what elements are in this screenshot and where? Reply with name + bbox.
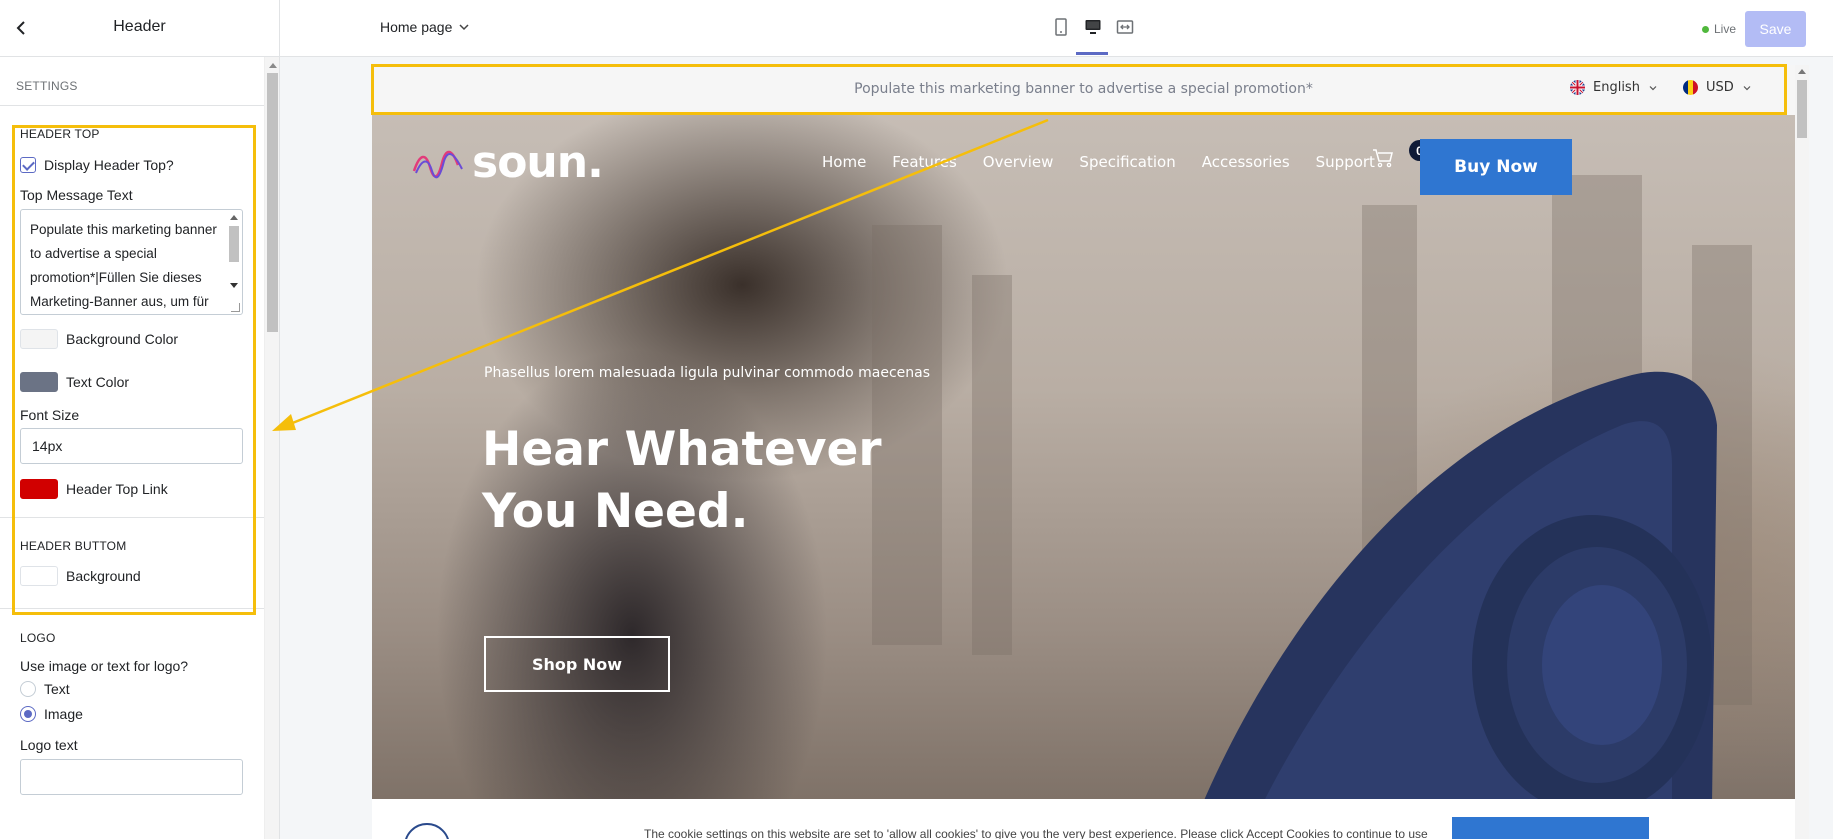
logo-type-text-radio[interactable]: Text	[20, 678, 244, 700]
cookie-text: The cookie settings on this website are …	[644, 827, 1428, 839]
top-message-value: Populate this marketing banner to advert…	[30, 222, 217, 309]
background-color-picker[interactable]: Background Color	[20, 328, 244, 350]
logo-text: soun.	[472, 137, 604, 188]
nav-features[interactable]: Features	[892, 153, 957, 171]
logo-type-image-label: Image	[44, 706, 83, 722]
top-message-label: Top Message Text	[20, 187, 133, 203]
cart-button[interactable]	[1372, 148, 1394, 173]
shop-now-button[interactable]: Shop Now	[484, 636, 670, 692]
header-bottom-label: HEADER BUTTOM	[20, 539, 127, 553]
checkbox-checked-icon	[20, 157, 36, 173]
nav-overview[interactable]: Overview	[983, 153, 1054, 171]
radio-checked-icon	[20, 706, 36, 722]
logo-type-text-label: Text	[44, 681, 70, 697]
sidebar-header: Header	[0, 0, 279, 57]
promo-banner: Populate this marketing banner to advert…	[372, 65, 1795, 115]
chevron-down-icon	[1743, 85, 1751, 90]
text-color-swatch[interactable]	[20, 372, 58, 392]
storefront-preview: Populate this marketing banner to advert…	[372, 65, 1795, 839]
preview-scrollbar-thumb[interactable]	[1797, 80, 1807, 138]
logo-type-image-radio[interactable]: Image	[20, 703, 244, 725]
font-size-label: Font Size	[20, 407, 80, 423]
store-logo[interactable]: soun.	[412, 137, 604, 188]
desktop-view-icon[interactable]	[1082, 16, 1104, 38]
logo-type-question: Use image or text for logo?	[20, 658, 189, 674]
live-dot-icon	[1702, 25, 1709, 33]
radio-unchecked-icon	[20, 681, 36, 697]
settings-label: SETTINGS	[16, 79, 78, 93]
display-header-top-checkbox[interactable]: Display Header Top?	[20, 154, 244, 176]
header-top-link-swatch[interactable]	[20, 479, 58, 499]
header-bottom-background-swatch[interactable]	[20, 566, 58, 586]
cookie-bar: The cookie settings on this website are …	[372, 799, 1795, 839]
scrollbar-thumb[interactable]	[267, 73, 278, 332]
logo-text-input[interactable]	[20, 759, 243, 795]
text-color-label: Text Color	[66, 374, 130, 390]
live-label: Live	[1714, 22, 1737, 36]
buy-now-button[interactable]: Buy Now	[1420, 139, 1572, 195]
hero-headline-line-2: You Need.	[482, 484, 749, 539]
header-top-link-color-picker[interactable]: Header Top Link	[20, 478, 244, 500]
sound-wave-logo-icon	[412, 150, 463, 178]
nav-support[interactable]: Support	[1316, 153, 1375, 171]
settings-section-header: SETTINGS	[0, 57, 264, 106]
view-switcher	[1050, 16, 1136, 38]
uk-flag-icon	[1570, 80, 1585, 95]
top-message-textarea[interactable]: Populate this marketing banner to advert…	[20, 209, 243, 315]
language-label: English	[1593, 80, 1640, 95]
cart-icon	[1373, 149, 1393, 168]
nav-specification[interactable]: Specification	[1079, 153, 1175, 171]
hero-banner: soun. Home Features Overview Specificati…	[372, 115, 1795, 805]
accept-cookies-button[interactable]	[1452, 817, 1649, 839]
hero-headline: Hear Whatever You Need.	[482, 419, 982, 543]
sidebar-scroll-area: SETTINGS HEADER TOP Display Header Top? …	[0, 57, 264, 839]
preview-area: Populate this marketing banner to advert…	[280, 57, 1833, 839]
hero-headline-line-1: Hear Whatever	[482, 422, 882, 477]
page-selector[interactable]: Home page	[380, 19, 469, 35]
logo-text-label: Logo text	[20, 737, 78, 753]
header-top-label: HEADER TOP	[20, 127, 100, 141]
scroll-up-icon[interactable]	[269, 63, 277, 68]
active-view-indicator	[1076, 52, 1108, 55]
header-bottom-background-label: Background	[66, 568, 141, 584]
settings-sidebar: Header SETTINGS HEADER TOP Display Heade…	[0, 0, 280, 839]
editor-topbar: Home page Live Save	[280, 0, 1833, 57]
hero-kicker: Phasellus lorem malesuada ligula pulvina…	[484, 365, 931, 381]
background-color-label: Background Color	[66, 331, 179, 347]
preview-scrollbar[interactable]	[1795, 65, 1809, 839]
chevron-down-icon	[1649, 85, 1657, 90]
font-size-input[interactable]: 14px	[20, 428, 243, 464]
currency-selector[interactable]: USD	[1683, 80, 1751, 95]
header-bottom-background-picker[interactable]: Background	[20, 565, 244, 587]
chevron-down-icon	[459, 24, 469, 31]
language-selector[interactable]: English	[1570, 80, 1657, 95]
logo-section-label: LOGO	[20, 631, 56, 645]
currency-flag-icon	[1683, 80, 1698, 95]
page-selector-label: Home page	[380, 19, 453, 35]
textarea-scrollbar[interactable]	[227, 211, 241, 313]
text-color-picker[interactable]: Text Color	[20, 371, 244, 393]
display-header-top-label: Display Header Top?	[44, 157, 174, 173]
live-status: Live	[1702, 22, 1736, 36]
save-button[interactable]: Save	[1745, 11, 1806, 47]
headphones-image	[1202, 371, 1717, 805]
scroll-up-icon[interactable]	[1798, 69, 1806, 74]
currency-label: USD	[1706, 80, 1734, 95]
cookie-info-icon	[404, 823, 450, 839]
sidebar-scrollbar[interactable]	[264, 57, 279, 839]
fullscreen-view-icon[interactable]	[1114, 16, 1136, 38]
mobile-view-icon[interactable]	[1050, 16, 1072, 38]
main-navigation: Home Features Overview Specification Acc…	[822, 153, 1375, 171]
header-top-link-label: Header Top Link	[66, 481, 168, 497]
nav-home[interactable]: Home	[822, 153, 866, 171]
resize-handle-icon[interactable]	[231, 303, 240, 312]
background-color-swatch[interactable]	[20, 329, 58, 349]
sidebar-title: Header	[113, 18, 166, 35]
nav-accessories[interactable]: Accessories	[1202, 153, 1290, 171]
